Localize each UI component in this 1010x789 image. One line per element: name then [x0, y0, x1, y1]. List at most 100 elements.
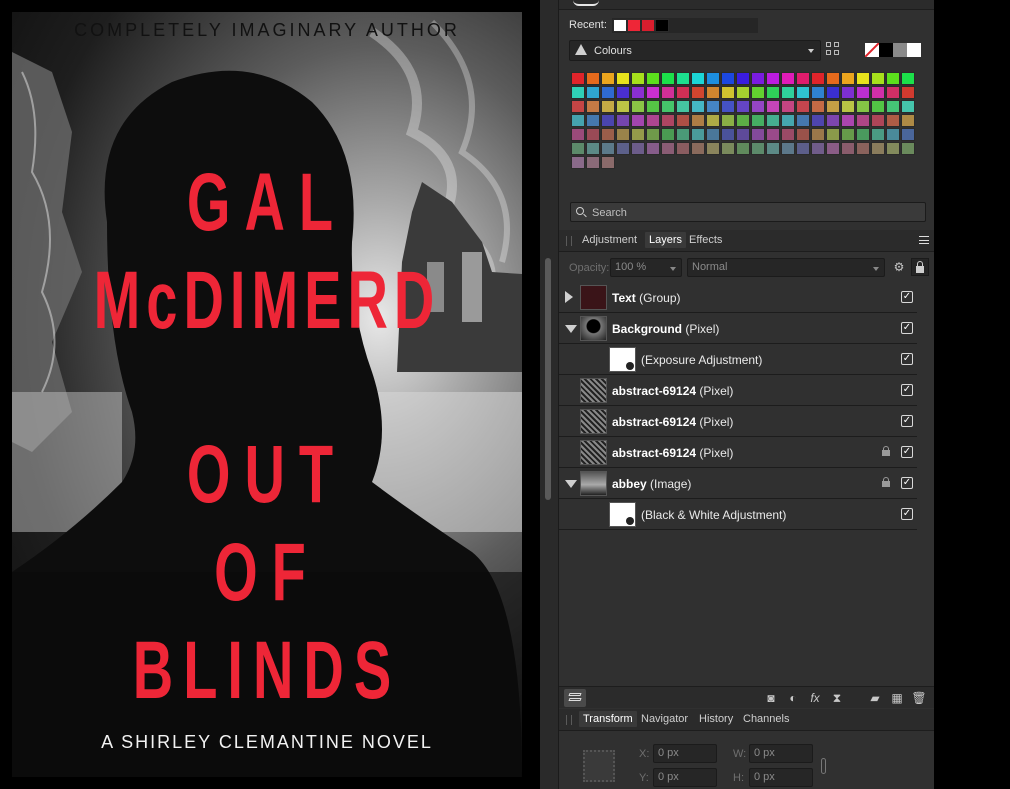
visibility-checkbox[interactable]: ✓: [901, 477, 913, 489]
palette-swatch[interactable]: [751, 100, 765, 113]
palette-swatch[interactable]: [766, 128, 780, 141]
palette-swatch[interactable]: [676, 72, 690, 85]
palette-swatch[interactable]: [796, 72, 810, 85]
palette-swatch[interactable]: [601, 142, 615, 155]
palette-swatch[interactable]: [826, 142, 840, 155]
palette-swatch[interactable]: [871, 72, 885, 85]
palette-swatch[interactable]: [571, 128, 585, 141]
palette-swatch[interactable]: [766, 86, 780, 99]
palette-swatch[interactable]: [781, 114, 795, 127]
tab-navigator[interactable]: Navigator: [641, 713, 688, 725]
palette-swatch[interactable]: [721, 128, 735, 141]
palette-swatch[interactable]: [706, 86, 720, 99]
palette-swatch[interactable]: [601, 156, 615, 169]
palette-swatch[interactable]: [631, 72, 645, 85]
palette-swatch[interactable]: [586, 72, 600, 85]
palette-swatch[interactable]: [691, 72, 705, 85]
tab-adjustment[interactable]: Adjustment: [582, 234, 637, 246]
palette-swatch[interactable]: [706, 128, 720, 141]
palette-swatch[interactable]: [661, 72, 675, 85]
palette-swatch[interactable]: [721, 72, 735, 85]
palette-swatch[interactable]: [871, 86, 885, 99]
white-swatch[interactable]: [907, 43, 921, 57]
link-icon[interactable]: [821, 758, 826, 774]
palette-swatch[interactable]: [616, 72, 630, 85]
palette-swatch[interactable]: [796, 100, 810, 113]
palette-swatch[interactable]: [646, 100, 660, 113]
palette-swatch[interactable]: [781, 72, 795, 85]
palette-swatch[interactable]: [856, 72, 870, 85]
palette-swatch[interactable]: [736, 86, 750, 99]
palette-swatch[interactable]: [871, 114, 885, 127]
palette-swatch[interactable]: [586, 156, 600, 169]
opacity-field[interactable]: 100 %: [610, 258, 682, 277]
palette-swatch[interactable]: [811, 142, 825, 155]
palette-swatch[interactable]: [901, 114, 915, 127]
palette-swatch[interactable]: [901, 128, 915, 141]
layer-row[interactable]: Text (Group) ✓: [559, 282, 917, 313]
palette-swatch[interactable]: [616, 86, 630, 99]
recent-swatch[interactable]: [613, 19, 627, 32]
palette-swatch[interactable]: [901, 72, 915, 85]
palette-swatch[interactable]: [646, 86, 660, 99]
palette-swatch[interactable]: [796, 128, 810, 141]
palette-swatch[interactable]: [646, 114, 660, 127]
palette-swatch[interactable]: [691, 114, 705, 127]
palette-swatch[interactable]: [901, 86, 915, 99]
swatch-search-field[interactable]: Search: [570, 202, 926, 222]
palette-swatch[interactable]: [706, 100, 720, 113]
palette-swatch[interactable]: [571, 142, 585, 155]
tab-transform[interactable]: Transform: [579, 711, 637, 727]
lock-icon[interactable]: [881, 445, 891, 457]
mask-icon[interactable]: ◙: [763, 690, 779, 706]
palette-swatch[interactable]: [691, 100, 705, 113]
palette-swatch[interactable]: [811, 114, 825, 127]
adjustment-icon[interactable]: ◐: [785, 690, 801, 706]
palette-swatch[interactable]: [661, 100, 675, 113]
palette-swatch[interactable]: [661, 142, 675, 155]
palette-swatch[interactable]: [736, 128, 750, 141]
palette-swatch[interactable]: [676, 100, 690, 113]
palette-swatch[interactable]: [871, 128, 885, 141]
palette-swatch[interactable]: [811, 72, 825, 85]
palette-swatch[interactable]: [571, 156, 585, 169]
palette-swatch[interactable]: [691, 128, 705, 141]
palette-swatch[interactable]: [736, 142, 750, 155]
palette-swatch[interactable]: [871, 100, 885, 113]
palette-swatch[interactable]: [721, 86, 735, 99]
palette-swatch[interactable]: [796, 86, 810, 99]
pixel-layer-icon[interactable]: ▦: [889, 690, 905, 706]
palette-swatch[interactable]: [616, 100, 630, 113]
palette-swatch[interactable]: [601, 86, 615, 99]
palette-swatch[interactable]: [586, 86, 600, 99]
tab-history[interactable]: History: [699, 713, 733, 725]
layer-row[interactable]: abstract-69124 (Pixel) ✓: [559, 406, 917, 437]
palette-swatch[interactable]: [691, 86, 705, 99]
palette-swatch[interactable]: [811, 100, 825, 113]
layer-row[interactable]: abstract-69124 (Pixel) ✓: [559, 437, 917, 468]
grey-swatch[interactable]: [893, 43, 907, 57]
w-field[interactable]: 0 px: [749, 744, 813, 763]
palette-swatch[interactable]: [631, 142, 645, 155]
expand-arrow-icon[interactable]: [565, 291, 573, 303]
palette-swatch[interactable]: [586, 100, 600, 113]
palette-swatch[interactable]: [886, 72, 900, 85]
palette-swatch[interactable]: [661, 128, 675, 141]
palette-swatch[interactable]: [856, 114, 870, 127]
palette-swatch[interactable]: [601, 114, 615, 127]
palette-swatch[interactable]: [841, 86, 855, 99]
tab-effects[interactable]: Effects: [689, 234, 722, 246]
layer-row[interactable]: Background (Pixel) ✓: [559, 313, 917, 344]
layer-row[interactable]: abbey (Image) ✓: [559, 468, 917, 499]
palette-swatch[interactable]: [796, 114, 810, 127]
palette-swatch[interactable]: [781, 86, 795, 99]
palette-swatch[interactable]: [841, 142, 855, 155]
palette-swatch[interactable]: [676, 128, 690, 141]
palette-swatch[interactable]: [631, 114, 645, 127]
layer-row[interactable]: abstract-69124 (Pixel) ✓: [559, 375, 917, 406]
layers-stack-icon[interactable]: [564, 689, 586, 707]
palette-swatch[interactable]: [601, 128, 615, 141]
palette-swatch[interactable]: [856, 100, 870, 113]
palette-swatch[interactable]: [676, 114, 690, 127]
palette-swatch[interactable]: [646, 128, 660, 141]
